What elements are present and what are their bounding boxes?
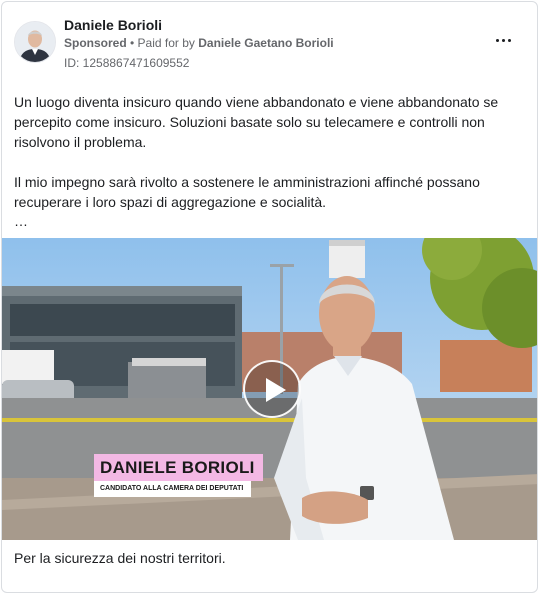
author-name[interactable]: Daniele Borioli bbox=[64, 17, 162, 33]
ad-body: Un luogo diventa insicuro quando viene a… bbox=[14, 92, 519, 212]
sponsored-line: Sponsored • Paid for by Daniele Gaetano … bbox=[64, 36, 334, 50]
see-more-ellipsis[interactable]: … bbox=[14, 213, 28, 229]
paid-for-prefix: • Paid for by bbox=[126, 36, 199, 50]
video-name-overlay: DANIELE BORIOLI bbox=[94, 454, 263, 481]
body-paragraph: Il mio impegno sarà rivolto a sostenere … bbox=[14, 174, 480, 210]
video-role-overlay: CANDIDATO ALLA CAMERA DEI DEPUTATI bbox=[94, 481, 252, 497]
play-icon[interactable] bbox=[243, 360, 301, 418]
sponsored-label: Sponsored bbox=[64, 36, 127, 50]
paid-for-by: Daniele Gaetano Borioli bbox=[198, 36, 334, 50]
ad-card: Daniele Borioli Sponsored • Paid for by … bbox=[1, 1, 538, 593]
ad-header: Daniele Borioli Sponsored • Paid for by … bbox=[2, 2, 537, 82]
author-avatar[interactable] bbox=[14, 21, 56, 63]
more-horizontal-icon[interactable] bbox=[493, 32, 515, 48]
avatar-image bbox=[15, 22, 55, 62]
body-paragraph: Un luogo diventa insicuro quando viene a… bbox=[14, 94, 499, 150]
ad-id: ID: 1258867471609552 bbox=[64, 56, 190, 70]
video-caption: Per la sicurezza dei nostri territori. bbox=[14, 550, 226, 566]
